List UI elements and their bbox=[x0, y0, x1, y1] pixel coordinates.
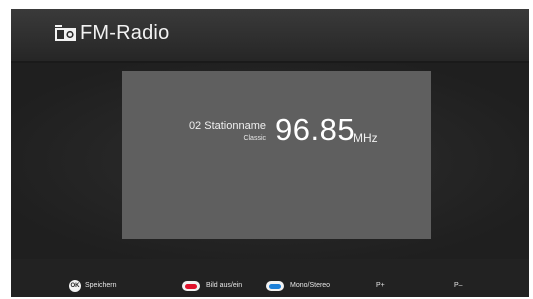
ok-key-icon: OK bbox=[69, 280, 81, 292]
program-down-label: P– bbox=[454, 282, 463, 289]
radio-icon bbox=[55, 25, 76, 41]
frequency-display: 96.85 bbox=[275, 112, 356, 147]
station-genre: Classic bbox=[243, 135, 266, 142]
tv-screen: FM-Radio 02 Stationname Classic 96.85 MH… bbox=[11, 9, 529, 297]
header-bar: FM-Radio bbox=[11, 9, 529, 61]
program-up-label: P+ bbox=[376, 282, 385, 289]
save-button[interactable]: OK Speichern bbox=[69, 279, 117, 293]
program-up-button[interactable]: P+ bbox=[376, 279, 385, 293]
save-label: Speichern bbox=[85, 282, 117, 289]
station-panel: 02 Stationname Classic 96.85 MHz bbox=[122, 71, 431, 239]
blue-key-icon bbox=[266, 281, 284, 291]
mono-stereo-label: Mono/Stereo bbox=[290, 282, 331, 289]
picture-toggle-button[interactable]: Bild aus/ein bbox=[182, 279, 242, 293]
footer-key-legend: OK Speichern Bild aus/ein Mono/Stereo P+… bbox=[11, 275, 529, 297]
picture-toggle-label: Bild aus/ein bbox=[206, 282, 243, 289]
mono-stereo-button[interactable]: Mono/Stereo bbox=[266, 279, 330, 293]
page-title: FM-Radio bbox=[80, 22, 170, 44]
station-name: 02 Stationname bbox=[188, 120, 266, 132]
red-key-icon bbox=[182, 281, 200, 291]
frequency-unit: MHz bbox=[353, 131, 378, 145]
program-down-button[interactable]: P– bbox=[454, 279, 463, 293]
